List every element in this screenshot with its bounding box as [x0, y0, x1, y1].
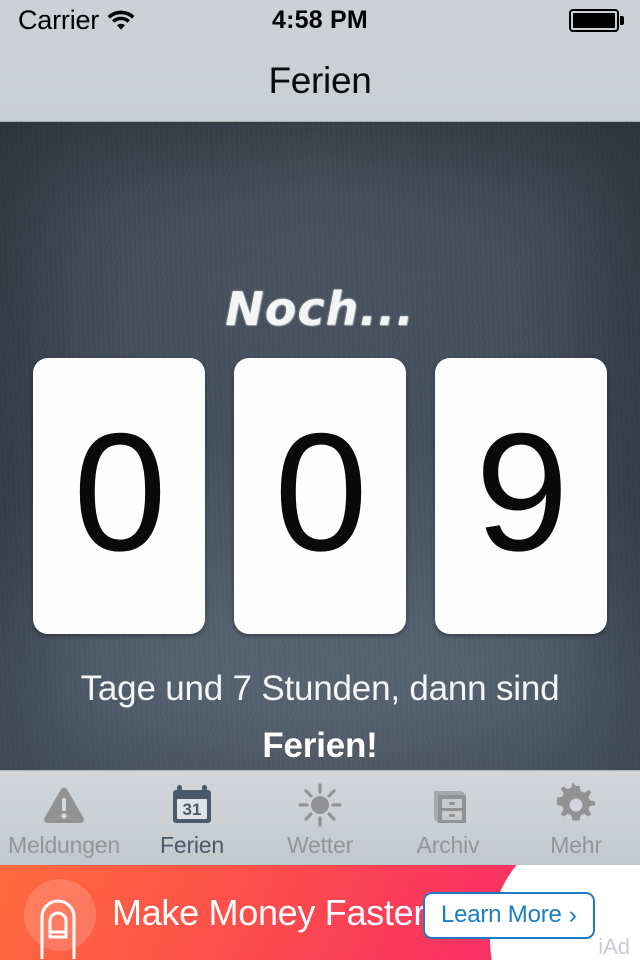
- gear-icon: [553, 781, 599, 828]
- tab-label-mehr: Mehr: [550, 831, 602, 858]
- countdown-digit-row: 0 0 9: [33, 358, 607, 634]
- countdown-digit-card: 0: [234, 358, 406, 634]
- main-content: Noch... 0 0 9 Tage und 7 Stunden, dann s…: [0, 122, 640, 770]
- page-title: Ferien: [268, 59, 372, 101]
- battery-icon: [569, 9, 624, 32]
- tab-bar: Meldungen 31 Ferien Wetter Archiv Mehr: [0, 770, 640, 865]
- navigation-bar: Ferien: [0, 40, 640, 122]
- countdown-digit-value: 0: [73, 398, 166, 586]
- tab-item-wetter[interactable]: Wetter: [256, 771, 384, 865]
- learn-more-label: Learn More: [440, 901, 562, 928]
- svg-text:31: 31: [183, 800, 202, 819]
- countdown-digit-card: 9: [435, 358, 607, 634]
- countdown-caption-line1: Tage und 7 Stunden, dann sind: [80, 669, 560, 708]
- iad-brand-label: iAd: [598, 934, 630, 959]
- tab-item-ferien[interactable]: 31 Ferien: [128, 771, 256, 865]
- tab-label-wetter: Wetter: [286, 831, 354, 858]
- countdown-heading: Noch...: [225, 282, 415, 336]
- tab-label-archiv: Archiv: [416, 831, 480, 858]
- fingertip-icon: [16, 875, 100, 959]
- status-bar-time: 4:58 PM: [272, 5, 368, 34]
- countdown-digit-value: 0: [274, 398, 367, 586]
- calendar-icon: 31: [169, 782, 215, 828]
- tab-label-meldungen: Meldungen: [7, 831, 120, 858]
- ad-headline: Make Money Faster: [112, 891, 426, 933]
- sun-icon: [297, 782, 343, 828]
- app-screen: Carrier 4:58 PM Ferien Noch... 0 0 9 Tag…: [0, 0, 640, 960]
- tab-item-meldungen[interactable]: Meldungen: [0, 771, 128, 865]
- ad-banner[interactable]: Make Money Faster Learn More › iAd: [0, 865, 640, 960]
- learn-more-button[interactable]: Learn More ›: [422, 892, 595, 939]
- countdown-digit-card: 0: [33, 358, 205, 634]
- tab-label-ferien: Ferien: [160, 831, 224, 858]
- tab-item-archiv[interactable]: Archiv: [384, 771, 512, 865]
- countdown-digit-value: 9: [475, 398, 568, 586]
- file-cabinet-icon: [425, 782, 471, 828]
- chevron-right-icon: ›: [568, 900, 577, 929]
- warning-triangle-icon: [41, 782, 87, 828]
- countdown-caption-line2: Ferien!: [262, 726, 378, 765]
- status-bar: Carrier 4:58 PM: [0, 0, 640, 40]
- tab-item-mehr[interactable]: Mehr: [512, 771, 640, 865]
